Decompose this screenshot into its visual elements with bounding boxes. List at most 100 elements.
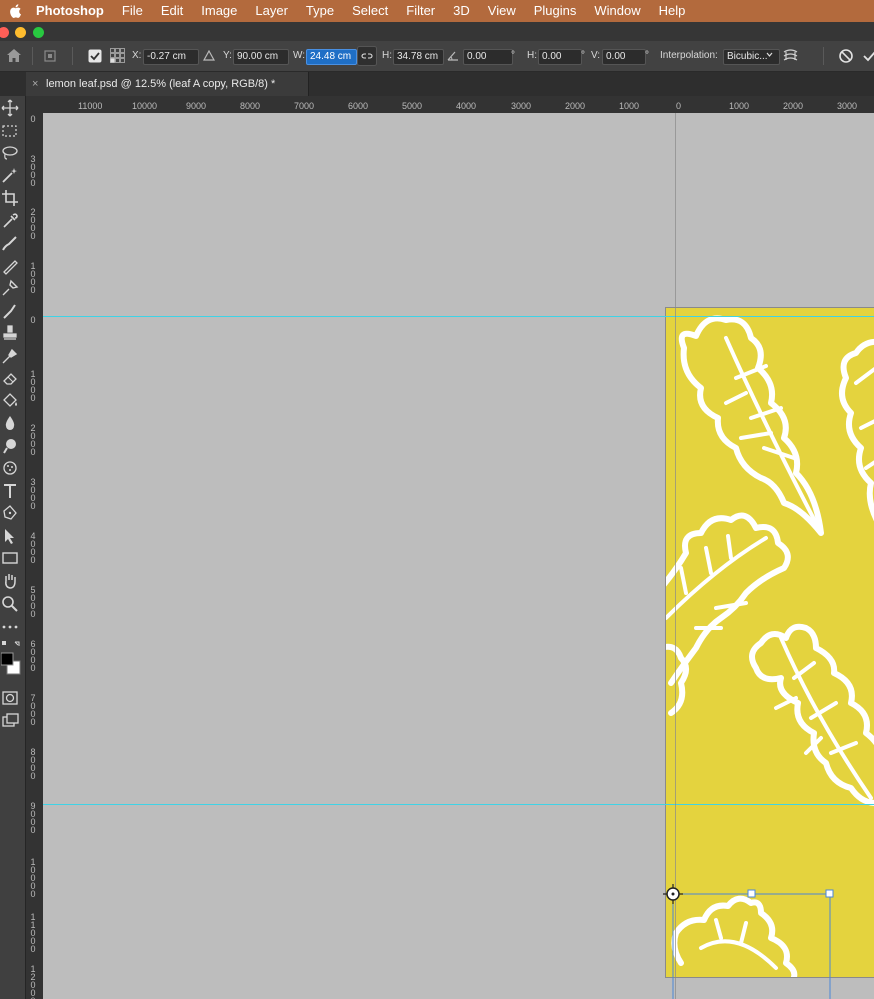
menu-app-photoshop[interactable]: Photoshop xyxy=(32,0,113,22)
canvas-area[interactable] xyxy=(43,113,874,999)
rectangle-tool-icon[interactable] xyxy=(1,549,19,567)
hruler-tick: 8000 xyxy=(240,101,261,111)
menu-view[interactable]: View xyxy=(479,0,525,22)
tools-panel xyxy=(0,96,26,999)
vruler-tick: 9000 xyxy=(30,801,36,835)
menu-image[interactable]: Image xyxy=(192,0,246,22)
document-tab[interactable]: × lemon leaf.psd @ 12.5% (leaf A copy, R… xyxy=(26,72,309,96)
stamp-icon[interactable] xyxy=(1,324,19,342)
options-bar: X: -0.27 cm Y: 90.00 cm W: 24.48 cm H: 3… xyxy=(0,41,874,72)
paint-bucket-icon[interactable] xyxy=(1,392,19,410)
minimize-window-button[interactable] xyxy=(15,27,26,38)
menu-window[interactable]: Window xyxy=(585,0,649,22)
ruler-origin[interactable] xyxy=(26,96,44,114)
vruler-tick: 7000 xyxy=(30,693,36,727)
width-field[interactable]: 24.48 cm xyxy=(306,49,357,65)
menu-layer[interactable]: Layer xyxy=(246,0,297,22)
vruler-tick: 3000 xyxy=(30,477,36,511)
pen-tool-icon[interactable] xyxy=(1,504,19,522)
transform-reference-icon[interactable] xyxy=(42,49,58,63)
vruler-tick: 1000 xyxy=(30,369,36,403)
transform-handle-top-right[interactable] xyxy=(825,889,834,898)
menu-type[interactable]: Type xyxy=(297,0,343,22)
reference-point-grid-icon[interactable] xyxy=(109,47,126,64)
screen-mode-icon[interactable] xyxy=(1,712,19,730)
menu-select[interactable]: Select xyxy=(343,0,397,22)
horizontal-guide[interactable] xyxy=(43,804,874,805)
menu-edit[interactable]: Edit xyxy=(152,0,192,22)
close-tab-icon[interactable]: × xyxy=(32,72,38,96)
x-label: X: xyxy=(132,50,142,61)
move-tool-icon[interactable] xyxy=(1,99,19,117)
warp-mode-icon[interactable] xyxy=(782,47,799,65)
dodge-tool-icon[interactable] xyxy=(1,437,19,455)
history-brush-icon[interactable] xyxy=(1,302,19,320)
commit-transform-icon[interactable] xyxy=(862,49,874,63)
interpolation-value: Bicubic... xyxy=(727,51,768,62)
menu-filter[interactable]: Filter xyxy=(397,0,444,22)
relative-positioning-icon[interactable] xyxy=(203,50,215,61)
vruler-tick: 3000 xyxy=(30,154,36,188)
hruler-tick: 1000 xyxy=(729,101,750,111)
type-tool-icon[interactable] xyxy=(1,482,19,500)
vruler-tick: 12000 xyxy=(30,964,36,999)
x-position-field[interactable]: -0.27 cm xyxy=(143,49,199,65)
quick-mask-icon[interactable] xyxy=(1,689,19,707)
apple-icon[interactable] xyxy=(8,3,22,19)
menu-help[interactable]: Help xyxy=(650,0,695,22)
more-tools-icon[interactable] xyxy=(1,618,19,636)
hruler-tick: 10000 xyxy=(132,101,158,111)
vertical-ruler[interactable]: 0 3000 2000 1000 0 1000 2000 3000 4000 5… xyxy=(26,113,44,999)
vruler-tick: 2000 xyxy=(30,423,36,457)
hruler-tick: 11000 xyxy=(78,101,103,111)
lasso-tool-icon[interactable] xyxy=(1,144,19,162)
home-icon[interactable] xyxy=(6,48,22,63)
vruler-tick: 4000 xyxy=(30,531,36,565)
chevron-down-icon xyxy=(766,52,773,57)
cancel-transform-icon[interactable] xyxy=(838,48,854,64)
hruler-tick: 2000 xyxy=(783,101,804,111)
menu-bar: Photoshop File Edit Image Layer Type Sel… xyxy=(0,0,874,22)
vruler-tick: 5000 xyxy=(30,585,36,619)
hand-tool-icon[interactable] xyxy=(1,572,19,590)
height-field[interactable]: 34.78 cm xyxy=(393,49,444,65)
skew-horizontal-field[interactable]: 0.00 xyxy=(538,49,582,65)
clone-stamp-icon[interactable] xyxy=(1,279,19,297)
vruler-tick: 0 xyxy=(30,315,36,325)
document-artboard[interactable] xyxy=(658,308,874,980)
transform-handle-top[interactable] xyxy=(747,889,756,898)
brush-tool-icon[interactable] xyxy=(1,257,19,275)
path-selection-icon[interactable] xyxy=(1,527,19,545)
y-position-field[interactable]: 90.00 cm xyxy=(233,49,289,65)
healing-brush-icon[interactable] xyxy=(1,234,19,252)
art-history-brush-icon[interactable] xyxy=(1,347,19,365)
zoom-window-button[interactable] xyxy=(33,27,44,38)
y-label: Y: xyxy=(223,50,232,61)
transform-bounding-box[interactable] xyxy=(663,883,874,999)
degree-symbol: ° xyxy=(511,50,515,61)
eraser-tool-icon[interactable] xyxy=(1,369,19,387)
rotate-angle-field[interactable]: 0.00 xyxy=(463,49,513,65)
hruler-tick: 4000 xyxy=(456,101,477,111)
skew-vertical-field[interactable]: 0.00 xyxy=(602,49,646,65)
eyedropper-icon[interactable] xyxy=(1,212,19,230)
crop-tool-icon[interactable] xyxy=(1,189,19,207)
vruler-tick: 8000 xyxy=(30,747,36,781)
magic-wand-icon[interactable] xyxy=(1,166,19,184)
color-swatches-icon[interactable] xyxy=(1,639,25,679)
menu-3d[interactable]: 3D xyxy=(444,0,479,22)
horizontal-guide[interactable] xyxy=(43,316,874,317)
menu-plugins[interactable]: Plugins xyxy=(525,0,586,22)
menu-file[interactable]: File xyxy=(113,0,152,22)
marquee-tool-icon[interactable] xyxy=(1,122,19,140)
sponge-tool-icon[interactable] xyxy=(1,459,19,477)
blur-tool-icon[interactable] xyxy=(1,414,19,432)
hruler-tick: 6000 xyxy=(348,101,369,111)
document-tab-title: lemon leaf.psd @ 12.5% (leaf A copy, RGB… xyxy=(46,78,276,90)
hruler-tick: 3000 xyxy=(511,101,532,111)
zoom-tool-icon[interactable] xyxy=(1,595,19,613)
link-aspect-ratio-icon[interactable] xyxy=(357,46,377,66)
reference-point-checkbox[interactable] xyxy=(88,49,102,63)
horizontal-ruler[interactable]: 11000 10000 9000 8000 7000 6000 5000 400… xyxy=(43,96,874,114)
vertical-guide[interactable] xyxy=(675,113,676,999)
